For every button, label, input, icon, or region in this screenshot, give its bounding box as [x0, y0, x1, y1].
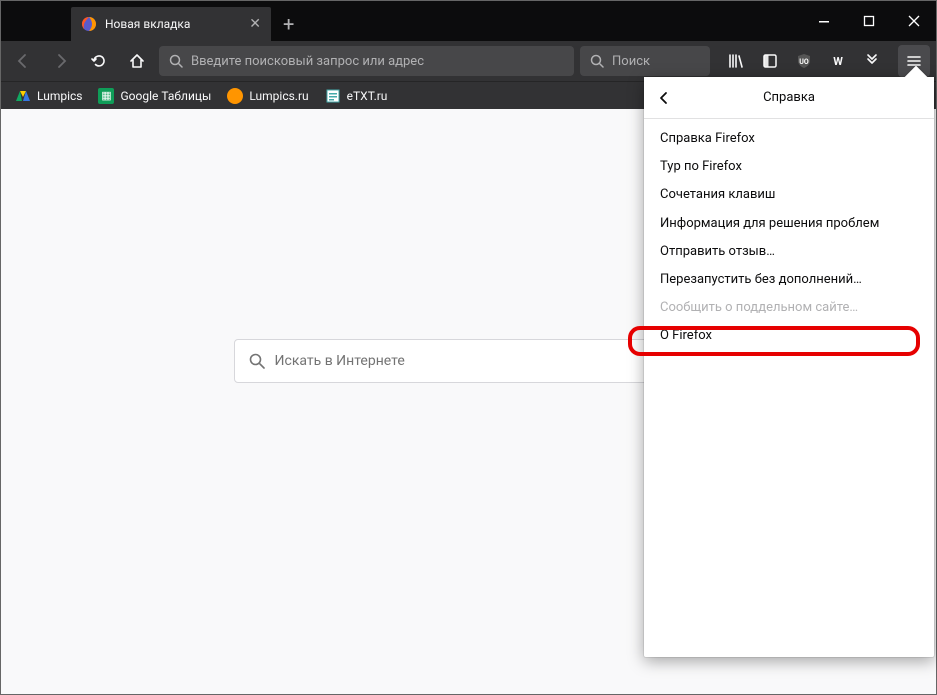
- titlebar: Новая вкладка ✕ +: [1, 1, 936, 41]
- help-back-button[interactable]: [644, 91, 684, 105]
- drive-icon: [15, 88, 31, 104]
- help-item-report-site: Сообщить о поддельном сайте…: [644, 294, 934, 322]
- help-item-shortcuts[interactable]: Сочетания клавиш: [644, 181, 934, 209]
- search-icon: [169, 54, 183, 68]
- help-title: Справка: [684, 90, 934, 105]
- svg-text:UO: UO: [799, 58, 809, 66]
- help-item-feedback[interactable]: Отправить отзыв…: [644, 238, 934, 266]
- tab-strip: Новая вкладка ✕ +: [1, 7, 801, 41]
- minimize-button[interactable]: [801, 1, 846, 41]
- help-items-list: Справка Firefox Тур по Firefox Сочетания…: [644, 119, 934, 357]
- nav-toolbar: Введите поисковый запрос или адрес Поиск…: [1, 41, 936, 81]
- vk-icon[interactable]: W: [822, 46, 854, 76]
- active-tab[interactable]: Новая вкладка ✕: [71, 7, 271, 41]
- help-item-firefox-tour[interactable]: Тур по Firefox: [644, 153, 934, 181]
- search-placeholder: Поиск: [612, 54, 650, 69]
- toolbar-actions: UO W: [716, 46, 888, 76]
- overflow-icon[interactable]: [856, 46, 888, 76]
- bookmark-google-sheets[interactable]: ▦ Google Таблицы: [92, 85, 217, 107]
- help-header: Справка: [644, 77, 934, 119]
- help-item-firefox-help[interactable]: Справка Firefox: [644, 125, 934, 153]
- url-bar[interactable]: Введите поисковый запрос или адрес: [159, 46, 574, 76]
- bookmark-label: Google Таблицы: [120, 89, 211, 103]
- close-window-button[interactable]: [891, 1, 936, 41]
- library-icon[interactable]: [720, 46, 752, 76]
- sheets-icon: ▦: [98, 88, 114, 104]
- search-icon: [249, 353, 265, 369]
- firefox-icon: [81, 16, 97, 32]
- back-button[interactable]: [7, 45, 39, 77]
- bookmark-label: Lumpics.ru: [249, 89, 308, 103]
- svg-text:W: W: [833, 55, 843, 68]
- url-placeholder: Введите поисковый запрос или адрес: [191, 54, 424, 69]
- search-icon: [590, 54, 604, 68]
- search-bar[interactable]: Поиск: [580, 46, 710, 76]
- help-panel: Справка Справка Firefox Тур по Firefox С…: [644, 77, 934, 657]
- ublock-icon[interactable]: UO: [788, 46, 820, 76]
- close-tab-icon[interactable]: ✕: [249, 16, 261, 32]
- forward-button[interactable]: [45, 45, 77, 77]
- etxt-icon: [325, 88, 341, 104]
- tab-title: Новая вкладка: [105, 17, 241, 31]
- bookmark-lumpics[interactable]: Lumpics: [9, 85, 88, 107]
- new-tab-button[interactable]: +: [271, 12, 306, 36]
- bookmark-label: Lumpics: [37, 89, 82, 103]
- help-item-restart-noaddons[interactable]: Перезапустить без дополнений…: [644, 266, 934, 294]
- bookmark-etxt[interactable]: eTXT.ru: [319, 85, 394, 107]
- maximize-button[interactable]: [846, 1, 891, 41]
- lumpics-icon: [227, 88, 243, 104]
- web-search-input[interactable]: Искать в Интернете: [234, 339, 704, 383]
- help-item-troubleshoot[interactable]: Информация для решения проблем: [644, 210, 934, 238]
- reload-button[interactable]: [83, 45, 115, 77]
- window-controls: [801, 1, 936, 41]
- bookmark-lumpics-ru[interactable]: Lumpics.ru: [221, 85, 314, 107]
- web-search-placeholder: Искать в Интернете: [275, 353, 405, 369]
- bookmark-label: eTXT.ru: [347, 89, 388, 103]
- sidebar-toggle-icon[interactable]: [754, 46, 786, 76]
- help-item-about-firefox[interactable]: О Firefox: [644, 322, 934, 350]
- home-button[interactable]: [121, 45, 153, 77]
